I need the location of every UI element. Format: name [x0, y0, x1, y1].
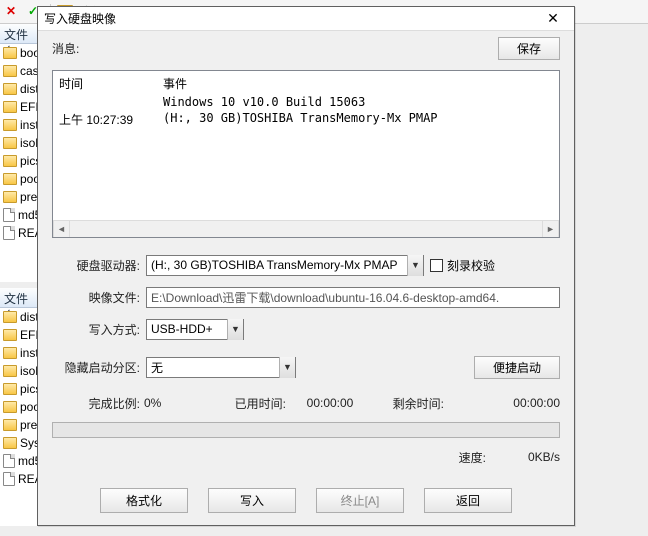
list-item[interactable]: pres	[0, 416, 39, 434]
image-path-field[interactable]: E:\Download\迅雷下载\download\ubuntu-16.04.6…	[146, 287, 560, 308]
verify-label: 刻录校验	[447, 257, 495, 274]
list-item[interactable]: casp	[0, 62, 39, 80]
horizontal-scrollbar[interactable]: ◄ ►	[53, 220, 559, 237]
remaining-value: 00:00:00	[448, 396, 560, 410]
chevron-down-icon: ▼	[407, 255, 423, 276]
checkbox-box	[430, 259, 443, 272]
list-item[interactable]: inst	[0, 116, 39, 134]
list-item[interactable]: EFI	[0, 98, 39, 116]
folder-icon	[3, 365, 17, 377]
folder-icon	[3, 329, 17, 341]
list-item[interactable]: pics	[0, 152, 39, 170]
folder-icon	[3, 155, 17, 167]
list-item[interactable]: md5s	[0, 206, 39, 224]
log-row: Windows 10 v10.0 Build 15063	[59, 94, 553, 110]
back-button[interactable]: 返回	[424, 488, 512, 513]
folder-icon	[3, 347, 17, 359]
list-item[interactable]: Syst	[0, 434, 39, 452]
folder-icon	[3, 101, 17, 113]
list-item[interactable]: pres	[0, 188, 39, 206]
folder-icon	[3, 137, 17, 149]
close-button[interactable]: ✕	[538, 10, 568, 27]
chevron-down-icon: ▼	[227, 319, 243, 340]
write-button[interactable]: 写入	[208, 488, 296, 513]
list-header: 文件名	[0, 24, 39, 44]
list-item[interactable]: pool	[0, 398, 39, 416]
list-item[interactable]: dist	[0, 80, 39, 98]
portable-boot-button[interactable]: 便捷启动	[474, 356, 560, 379]
folder-icon	[3, 119, 17, 131]
verify-checkbox[interactable]: 刻录校验	[430, 257, 495, 274]
progress-bar	[52, 422, 560, 438]
folder-icon	[3, 401, 17, 413]
elapsed-value: 00:00:00	[290, 396, 370, 410]
message-label: 消息:	[52, 40, 498, 57]
list-item[interactable]: EFI	[0, 326, 39, 344]
abort-button: 终止[A]	[316, 488, 404, 513]
list-item[interactable]: READ	[0, 470, 39, 488]
chevron-down-icon: ▼	[279, 357, 295, 378]
format-button[interactable]: 格式化	[100, 488, 188, 513]
list-item[interactable]: READ	[0, 224, 39, 242]
write-disk-image-dialog: 写入硬盘映像 ✕ 消息: 保存 时间 事件 Windows 10 v10.0 B…	[37, 6, 575, 526]
folder-icon	[3, 437, 17, 449]
hide-boot-label: 隐藏启动分区:	[52, 359, 140, 376]
log-row: 上午 10:27:39(H:, 30 GB)TOSHIBA TransMemor…	[59, 110, 553, 129]
log-header-time: 时间	[59, 75, 163, 92]
log-header-event: 事件	[163, 75, 187, 92]
progress-label: 完成比例:	[52, 395, 140, 412]
folder-icon	[3, 47, 17, 59]
bg-file-list-top: 文件名 bootcaspdistEFIinstisolpicspoolpresm…	[0, 24, 40, 282]
speed-value: 0KB/s	[490, 450, 560, 464]
file-icon	[3, 472, 15, 486]
progress-value: 0%	[144, 396, 212, 410]
folder-icon	[3, 191, 17, 203]
folder-icon	[3, 311, 17, 323]
write-mode-combo[interactable]: USB-HDD+ ▼	[146, 319, 244, 340]
image-label: 映像文件:	[52, 289, 140, 306]
list-item[interactable]: pics	[0, 380, 39, 398]
file-icon	[3, 454, 15, 468]
dialog-title: 写入硬盘映像	[44, 10, 538, 27]
elapsed-label: 已用时间:	[216, 395, 286, 412]
list-item[interactable]: md5s	[0, 452, 39, 470]
file-icon	[3, 226, 15, 240]
list-item[interactable]: inst	[0, 344, 39, 362]
list-item[interactable]: isol	[0, 134, 39, 152]
speed-label: 速度:	[459, 449, 486, 466]
log-box: 时间 事件 Windows 10 v10.0 Build 15063上午 10:…	[52, 70, 560, 238]
write-mode-label: 写入方式:	[52, 321, 140, 338]
scroll-left-arrow[interactable]: ◄	[53, 221, 70, 237]
remaining-label: 剩余时间:	[374, 395, 444, 412]
save-button[interactable]: 保存	[498, 37, 560, 60]
scroll-right-arrow[interactable]: ►	[542, 221, 559, 237]
folder-icon	[3, 383, 17, 395]
folder-icon	[3, 65, 17, 77]
drive-label: 硬盘驱动器:	[52, 257, 140, 274]
drive-combo[interactable]: (H:, 30 GB)TOSHIBA TransMemory-Mx PMAP ▼	[146, 255, 424, 276]
hide-boot-combo[interactable]: 无 ▼	[146, 357, 296, 378]
folder-icon	[3, 83, 17, 95]
list-item[interactable]: pool	[0, 170, 39, 188]
bg-file-list-bottom: 文件名 distEFIinstisolpicspoolpresSystmd5sR…	[0, 288, 40, 526]
list-item[interactable]: isol	[0, 362, 39, 380]
file-icon	[3, 208, 15, 222]
folder-icon	[3, 419, 17, 431]
titlebar: 写入硬盘映像 ✕	[38, 7, 574, 31]
close-icon: ✕	[6, 4, 22, 20]
folder-icon	[3, 173, 17, 185]
list-header: 文件名	[0, 288, 39, 308]
